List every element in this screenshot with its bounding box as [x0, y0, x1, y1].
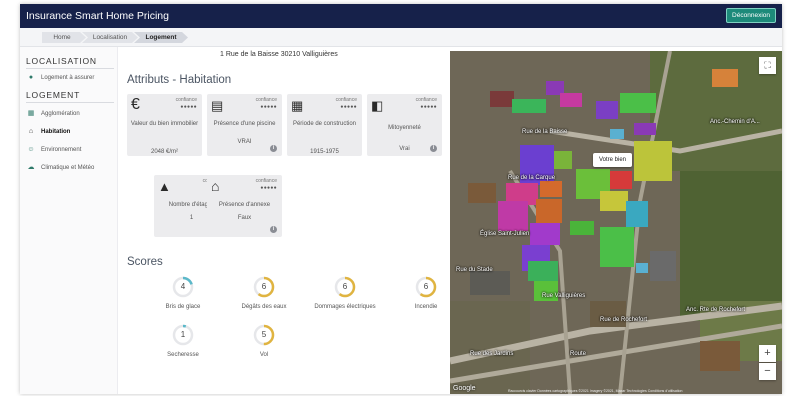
map-label: Rue de la Baisse	[522, 129, 568, 135]
score-item: 5 Vol	[224, 324, 304, 370]
app-window: Insurance Smart Home Pricing Déconnexion…	[20, 4, 782, 394]
breadcrumb: Home Localisation Logement	[20, 28, 782, 47]
info-icon[interactable]: i	[270, 145, 277, 152]
confidence-dots: ●●●●●	[260, 185, 277, 191]
people-icon: ☺	[27, 146, 35, 153]
zoom-in-button[interactable]: +	[759, 345, 776, 362]
score-value: 1	[180, 330, 186, 339]
card-label: Valeur du bien immobilier	[130, 121, 199, 127]
confidence-label: confiance	[255, 97, 277, 103]
map-label: Anc. Rte de Rochefort	[686, 307, 746, 313]
sidebar-section-localisation: LOCALISATION	[26, 56, 97, 66]
app-title: Insurance Smart Home Pricing	[26, 10, 169, 22]
confidence-label: confiance	[415, 97, 437, 103]
score-value: 6	[261, 282, 267, 291]
floors-icon: ▲	[158, 179, 171, 194]
weather-icon: ☁	[27, 164, 35, 171]
info-icon[interactable]: i	[430, 145, 437, 152]
sidebar-item-label: Climatique et Météo	[41, 165, 95, 171]
score-value: 6	[423, 282, 429, 291]
sidebar-item-logement-a-assurer[interactable]: ● Logement à assurer	[26, 72, 116, 84]
pool-icon: ▤	[211, 98, 224, 113]
score-value: 6	[342, 282, 348, 291]
euro-icon: €	[131, 96, 140, 113]
map-label: Rue de la Carque	[508, 175, 556, 181]
sidebar-item-habitation[interactable]: ⌂ Habitation	[26, 126, 116, 138]
breadcrumb-home[interactable]: Home	[42, 32, 82, 43]
map-label: Rue du Stade	[456, 267, 493, 273]
confidence-label: confiance	[335, 97, 357, 103]
score-item: 6 Dommages électriques	[305, 276, 385, 322]
card-value: 2048 €/m²	[150, 149, 178, 155]
map-label: Rue de Rochefort	[600, 317, 648, 323]
sidebar-divider	[26, 68, 114, 69]
sidebar-section-logement: LOGEMENT	[26, 90, 81, 100]
sidebar-item-label: Environnement	[41, 147, 82, 153]
map-label: Église Saint-Julien	[480, 231, 530, 237]
card-value: VRAI	[237, 139, 252, 145]
logout-button[interactable]: Déconnexion	[726, 8, 776, 23]
card-presence-annexe: ⌂ confiance ●●●●● Présence d'annexe Faux…	[207, 175, 282, 237]
card-periode-construction: ▦ confiance ●●●●● Période de constructio…	[287, 94, 362, 156]
confidence-dots: ●●●●●	[420, 104, 437, 110]
score-item: 1 Secheresse	[143, 324, 223, 370]
satellite-map[interactable]: Rue de la Baisse Anc.-Chemin d'A... Rue …	[450, 51, 782, 394]
map-label: Anc.-Chemin d'A...	[710, 119, 760, 125]
info-icon[interactable]: i	[270, 226, 277, 233]
card-value: 1915-1975	[310, 149, 339, 155]
card-value: Faux	[237, 215, 252, 221]
confidence-dots: ●●●●●	[340, 104, 357, 110]
map-label: Rue Valliguières	[542, 293, 586, 299]
house-icon: ⌂	[211, 178, 220, 194]
card-label: Période de construction	[292, 121, 357, 127]
map-label: Route	[570, 351, 587, 357]
calendar-icon: ▦	[291, 98, 304, 113]
score-label: Vol	[259, 352, 269, 358]
breadcrumb-localisation[interactable]: Localisation	[84, 32, 136, 43]
confidence-label: confiance	[255, 178, 277, 184]
home-icon: ⌂	[28, 128, 34, 135]
card-piscine: ▤ confiance ●●●●● Présence d'une piscine…	[207, 94, 282, 156]
score-label: Dommages électriques	[314, 304, 376, 310]
card-valeur-bien: € confiance ●●●●● Valeur du bien immobil…	[127, 94, 202, 156]
score-value: 5	[261, 330, 267, 339]
score-item: 4 Bris de glace	[143, 276, 223, 322]
confidence-dots: ●●●●●	[260, 104, 277, 110]
sidebar-item-label: Logement à assurer	[41, 75, 95, 81]
building-icon: ▦	[27, 110, 35, 117]
card-label: Présence d'une piscine	[213, 121, 276, 127]
score-label: Bris de glace	[165, 304, 201, 310]
confidence-label: confiance	[175, 97, 197, 103]
building-icon: ◧	[371, 98, 384, 113]
sidebar-item-climatique-meteo[interactable]: ☁ Climatique et Météo	[26, 162, 116, 174]
fullscreen-button[interactable]: ⛶	[759, 57, 776, 74]
confidence-dots: ●●●●●	[180, 104, 197, 110]
score-value: 4	[180, 282, 186, 291]
top-bar: Insurance Smart Home Pricing Déconnexion	[20, 4, 782, 28]
score-item: 6 Dégâts des eaux	[224, 276, 304, 322]
map-attribution: Raccourcis clavier Données cartographiqu…	[508, 389, 683, 393]
property-address: 1 Rue de la Baisse 30210 Valliguières	[220, 51, 338, 58]
score-label: Dégâts des eaux	[241, 304, 287, 310]
map-label: Rue des Jardins	[470, 351, 514, 357]
card-label: Mitoyenneté	[388, 125, 421, 131]
property-marker-tooltip: Votre bien	[593, 153, 633, 167]
sidebar-item-environnement[interactable]: ☺ Environnement	[26, 144, 116, 156]
card-label: Présence d'annexe	[218, 202, 271, 208]
sidebar-item-label: Habitation	[41, 129, 71, 135]
scores-title: Scores	[127, 256, 163, 268]
globe-icon: ●	[28, 74, 34, 81]
breadcrumb-logement: Logement	[145, 34, 177, 41]
sidebar-item-agglomeration[interactable]: ▦ Agglomération	[26, 108, 116, 120]
sidebar-divider	[26, 102, 114, 103]
attributes-title: Attributs - Habitation	[127, 74, 232, 86]
map-imagery	[450, 51, 782, 394]
score-label: Secheresse	[167, 352, 199, 358]
zoom-out-button[interactable]: −	[759, 363, 776, 380]
google-logo: Google	[453, 385, 476, 392]
card-mitoyennete: ◧ confiance ●●●●● Mitoyenneté Vrai i	[367, 94, 442, 156]
sidebar-item-label: Agglomération	[41, 111, 80, 117]
sidebar: LOCALISATION ● Logement à assurer LOGEME…	[20, 47, 118, 394]
